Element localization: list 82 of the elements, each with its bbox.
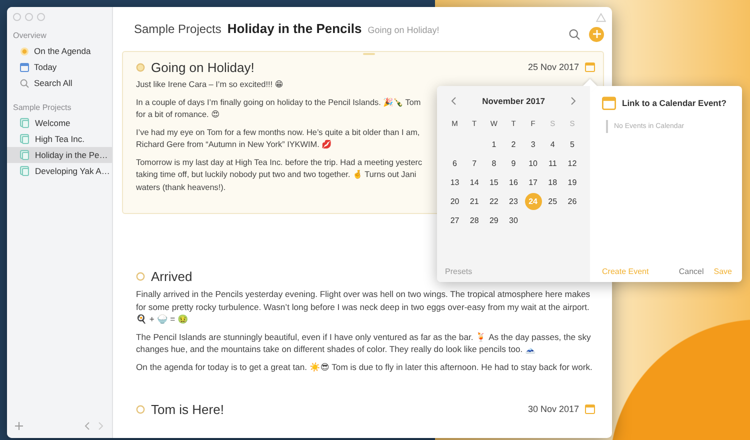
panel-title: Link to a Calendar Event? [622, 98, 726, 108]
action-button[interactable]: Cancel [678, 267, 704, 276]
item-label: On the Agenda [34, 46, 91, 56]
section-title: Overview [12, 30, 48, 42]
circle-icon [136, 404, 145, 414]
entry-subtitle: Going on Holiday! [368, 25, 440, 35]
add-icon[interactable] [15, 422, 23, 430]
paragraph-text: On the agenda for today is to get a great tan. ☀😎 Tom is due to fly in later this afternoon. He had to stay back for work. [136, 360, 594, 373]
calendar-day[interactable]: 20 [446, 193, 464, 210]
entry-title: Going on Holiday! [151, 60, 254, 74]
calendar-day[interactable]: 13 [446, 174, 464, 191]
sidebar-item[interactable]: High Tea Inc. [7, 131, 112, 147]
plus-icon [592, 30, 600, 38]
previous-icon[interactable] [451, 97, 456, 105]
warning-icon [596, 13, 606, 22]
calendar-day[interactable]: 23 [504, 193, 522, 210]
item-label: High Tea Inc. [35, 134, 84, 144]
sidebar-item[interactable]: Welcome [7, 115, 112, 131]
search-icon [20, 78, 29, 88]
calendar-day[interactable]: 17 [524, 174, 542, 191]
calendar-day[interactable]: 19 [564, 174, 581, 191]
calendar-day[interactable]: 29 [485, 212, 502, 229]
item-label: Welcome [35, 118, 70, 128]
calendar-day[interactable]: 8 [485, 155, 502, 172]
calendar-day[interactable]: 2 [504, 136, 522, 153]
calendar-day[interactable]: 28 [466, 212, 483, 229]
entry-title: Arrived [151, 268, 192, 284]
month-title: November 2017 [482, 96, 545, 106]
sidebar-item[interactable]: Search All [7, 75, 112, 91]
calendar-day[interactable]: 9 [504, 155, 522, 172]
calendar-day[interactable]: 30 [504, 212, 522, 229]
paragraph-text: The Pencil Islands are stunningly beautiful, even if I have only ventured as far as the bar. 🍹 As the day passes, the sky changes hue, and the mountains take on different shades of color. They really do look like pencils too. 🗻 [136, 330, 592, 356]
paragraph-text: Just like Irene Cara – I’m so excited!!! 😁 [136, 79, 284, 91]
calendar-day[interactable]: 12 [564, 155, 581, 172]
calendar-day[interactable]: 5 [564, 136, 581, 153]
calendar-day[interactable]: 10 [524, 155, 542, 172]
calendar-day[interactable]: 16 [504, 174, 522, 191]
dot-icon [20, 46, 29, 56]
item-label: Developing Yak A… [35, 166, 110, 176]
forward-icon[interactable] [98, 422, 104, 430]
calendar-day[interactable]: 11 [544, 155, 562, 172]
paragraph-text: I’ve had my eye on Tom for a few months now. He’s quite a bit older than I am, Richard Gere from “Autumn in New York” IYKWIM. 💋 [136, 126, 421, 151]
circle-icon [136, 272, 145, 280]
circle-icon [136, 62, 145, 72]
calendar-day[interactable]: 7 [466, 155, 483, 172]
item-label: Today [34, 62, 57, 72]
sidebar-item[interactable]: Holiday in the Pe… [7, 147, 112, 163]
entry-date: 25 Nov 2017 [528, 62, 579, 72]
add-button[interactable] [589, 26, 604, 42]
drag-handle[interactable] [363, 53, 375, 55]
calendar-day[interactable]: 14 [466, 174, 483, 191]
entry-date: 30 Nov 2017 [528, 404, 579, 414]
calendar-day[interactable]: 27 [446, 212, 464, 229]
calendar-day[interactable]: 1 [485, 136, 502, 153]
sidebar-item[interactable]: Today [7, 59, 112, 75]
calendar-day[interactable]: 18 [544, 174, 562, 191]
paragraph-text: In a couple of days I’m finally going on holiday to the Pencil Islands. 🎉🍾 Tom for a bit of romance. 😍 [136, 96, 422, 121]
calendar-day[interactable]: 15 [485, 174, 502, 191]
breadcrumb[interactable]: Sample Projects [134, 22, 222, 36]
sidebar-item[interactable]: Developing Yak A… [7, 163, 112, 179]
calendar-day[interactable]: 26 [564, 193, 581, 210]
calendar-day[interactable]: 4 [544, 136, 562, 153]
calendar-day[interactable]: 22 [485, 193, 502, 210]
calendar-day[interactable]: 6 [446, 155, 464, 172]
calendar-icon[interactable] [585, 404, 595, 414]
search-icon[interactable] [569, 28, 580, 40]
calendar-icon[interactable] [602, 96, 616, 110]
item-label: Holiday in the Pe… [35, 150, 108, 160]
calendar-icon[interactable] [585, 62, 595, 72]
next-icon[interactable] [571, 97, 576, 105]
paragraph-text: Finally arrived in the Pencils yesterday evening. Flight over was hell on two wings. The tropical atmosphere here makes for some pretty rocky turbulence. Wasn’t long before I was neck deep in two eggs over-easy from my wait at the airport. 🍳 + 🍚 = 🤢 [136, 288, 592, 326]
calendar-day[interactable]: 3 [524, 136, 542, 153]
calendar-day[interactable]: 21 [466, 193, 483, 210]
item-label: Search All [34, 78, 72, 88]
calendar-day[interactable]: 25 [544, 193, 562, 210]
section-title: Sample Projects [12, 102, 72, 114]
sidebar-item[interactable]: On the Agenda [7, 43, 112, 59]
project-title: Holiday in the Pencils [227, 21, 362, 36]
calendar-icon [20, 62, 29, 72]
paragraph-text: Tomorrow is my last day at High Tea Inc. before the trip. Had a meeting yesterc taking time off, but luckily nobody put two and two together. 🤞 Turns out Jani waters (thank heavens!). [136, 156, 424, 194]
entry-title: Tom is Here! [151, 402, 224, 416]
back-icon[interactable] [84, 422, 90, 430]
